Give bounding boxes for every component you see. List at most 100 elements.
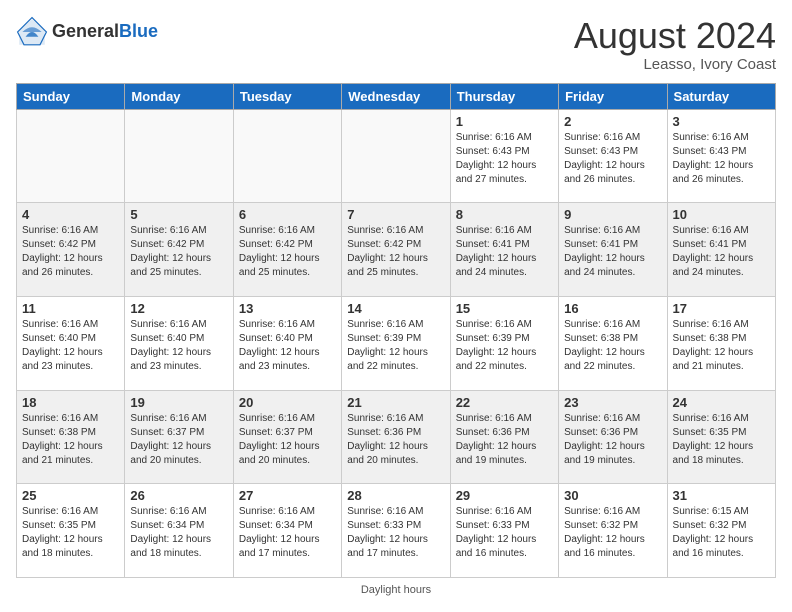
- table-row: [125, 109, 233, 203]
- day-info: Sunrise: 6:16 AM Sunset: 6:32 PM Dayligh…: [564, 505, 661, 561]
- day-number: 29: [456, 488, 553, 503]
- table-row: 22Sunrise: 6:16 AM Sunset: 6:36 PM Dayli…: [450, 390, 558, 484]
- day-number: 4: [22, 207, 119, 222]
- col-thursday: Thursday: [450, 83, 558, 109]
- day-info: Sunrise: 6:16 AM Sunset: 6:38 PM Dayligh…: [22, 412, 119, 468]
- day-info: Sunrise: 6:16 AM Sunset: 6:40 PM Dayligh…: [239, 318, 336, 374]
- day-info: Sunrise: 6:16 AM Sunset: 6:43 PM Dayligh…: [456, 131, 553, 187]
- month-year: August 2024: [574, 16, 776, 56]
- day-info: Sunrise: 6:16 AM Sunset: 6:42 PM Dayligh…: [239, 224, 336, 280]
- day-info: Sunrise: 6:16 AM Sunset: 6:42 PM Dayligh…: [22, 224, 119, 280]
- day-number: 21: [347, 395, 444, 410]
- col-sunday: Sunday: [17, 83, 125, 109]
- day-number: 1: [456, 114, 553, 129]
- col-wednesday: Wednesday: [342, 83, 450, 109]
- day-number: 23: [564, 395, 661, 410]
- calendar-week-row: 1 Sunrise: 6:16 AM Sunset: 6:43 PM Daylig…: [17, 109, 776, 203]
- table-row: 24 Sunrise: 6:16 AM Sunset: 6:35 PM Dayli…: [667, 390, 775, 484]
- footer-label: Daylight hours: [361, 584, 431, 596]
- calendar-week-row: 25 Sunrise: 6:16 AM Sunset: 6:35 PM Dayli…: [17, 484, 776, 578]
- table-row: 17 Sunrise: 6:16 AM Sunset: 6:38 PM Dayli…: [667, 296, 775, 390]
- day-info: Sunrise: 6:16 AM Sunset: 6:35 PM Dayligh…: [22, 505, 119, 561]
- table-row: 18 Sunrise: 6:16 AM Sunset: 6:38 PM Dayli…: [17, 390, 125, 484]
- table-row: 2Sunrise: 6:16 AM Sunset: 6:43 PM Daylig…: [559, 109, 667, 203]
- day-number: 28: [347, 488, 444, 503]
- day-info: Sunrise: 6:16 AM Sunset: 6:38 PM Dayligh…: [564, 318, 661, 374]
- day-number: 14: [347, 301, 444, 316]
- logo: GeneralBlue: [16, 16, 158, 48]
- table-row: 9 Sunrise: 6:16 AM Sunset: 6:41 PM Daylig…: [559, 203, 667, 297]
- day-info: Sunrise: 6:16 AM Sunset: 6:38 PM Dayligh…: [673, 318, 770, 374]
- day-number: 25: [22, 488, 119, 503]
- day-info: Sunrise: 6:16 AM Sunset: 6:41 PM Dayligh…: [456, 224, 553, 280]
- table-row: 11Sunrise: 6:16 AM Sunset: 6:40 PM Dayli…: [17, 296, 125, 390]
- day-info: Sunrise: 6:16 AM Sunset: 6:43 PM Dayligh…: [673, 131, 770, 187]
- table-row: [342, 109, 450, 203]
- day-number: 9: [564, 207, 661, 222]
- day-number: 5: [130, 207, 227, 222]
- day-number: 20: [239, 395, 336, 410]
- day-number: 13: [239, 301, 336, 316]
- day-info: Sunrise: 6:16 AM Sunset: 6:41 PM Dayligh…: [564, 224, 661, 280]
- day-info: Sunrise: 6:16 AM Sunset: 6:37 PM Dayligh…: [239, 412, 336, 468]
- calendar-week-row: 4 Sunrise: 6:16 AM Sunset: 6:42 PM Daylig…: [17, 203, 776, 297]
- day-info: Sunrise: 6:16 AM Sunset: 6:34 PM Dayligh…: [130, 505, 227, 561]
- day-info: Sunrise: 6:16 AM Sunset: 6:35 PM Dayligh…: [673, 412, 770, 468]
- table-row: 31 Sunrise: 6:15 AM Sunset: 6:32 PM Dayli…: [667, 484, 775, 578]
- day-number: 24: [673, 395, 770, 410]
- day-number: 30: [564, 488, 661, 503]
- table-row: 27Sunrise: 6:16 AM Sunset: 6:34 PM Dayli…: [233, 484, 341, 578]
- calendar-table: Sunday Monday Tuesday Wednesday Thursday…: [16, 83, 776, 578]
- day-number: 31: [673, 488, 770, 503]
- table-row: 19Sunrise: 6:16 AM Sunset: 6:37 PM Dayli…: [125, 390, 233, 484]
- location: Leasso, Ivory Coast: [574, 56, 776, 73]
- table-row: 10Sunrise: 6:16 AM Sunset: 6:41 PM Dayli…: [667, 203, 775, 297]
- page: GeneralBlue August 2024 Leasso, Ivory Co…: [0, 0, 792, 612]
- table-row: 12Sunrise: 6:16 AM Sunset: 6:40 PM Dayli…: [125, 296, 233, 390]
- day-number: 18: [22, 395, 119, 410]
- table-row: 1 Sunrise: 6:16 AM Sunset: 6:43 PM Daylig…: [450, 109, 558, 203]
- day-info: Sunrise: 6:16 AM Sunset: 6:33 PM Dayligh…: [347, 505, 444, 561]
- day-info: Sunrise: 6:16 AM Sunset: 6:39 PM Dayligh…: [456, 318, 553, 374]
- day-number: 12: [130, 301, 227, 316]
- calendar-week-row: 11Sunrise: 6:16 AM Sunset: 6:40 PM Dayli…: [17, 296, 776, 390]
- col-saturday: Saturday: [667, 83, 775, 109]
- day-number: 3: [673, 114, 770, 129]
- table-row: 8 Sunrise: 6:16 AM Sunset: 6:41 PM Daylig…: [450, 203, 558, 297]
- day-number: 15: [456, 301, 553, 316]
- table-row: 7Sunrise: 6:16 AM Sunset: 6:42 PM Daylig…: [342, 203, 450, 297]
- day-info: Sunrise: 6:16 AM Sunset: 6:42 PM Dayligh…: [130, 224, 227, 280]
- day-info: Sunrise: 6:16 AM Sunset: 6:34 PM Dayligh…: [239, 505, 336, 561]
- table-row: 25 Sunrise: 6:16 AM Sunset: 6:35 PM Dayli…: [17, 484, 125, 578]
- day-number: 7: [347, 207, 444, 222]
- logo-icon: [16, 16, 48, 48]
- table-row: 29 Sunrise: 6:16 AM Sunset: 6:33 PM Dayli…: [450, 484, 558, 578]
- table-row: 14 Sunrise: 6:16 AM Sunset: 6:39 PM Dayli…: [342, 296, 450, 390]
- day-info: Sunrise: 6:16 AM Sunset: 6:33 PM Dayligh…: [456, 505, 553, 561]
- day-info: Sunrise: 6:16 AM Sunset: 6:40 PM Dayligh…: [22, 318, 119, 374]
- day-number: 22: [456, 395, 553, 410]
- day-info: Sunrise: 6:16 AM Sunset: 6:37 PM Dayligh…: [130, 412, 227, 468]
- day-number: 17: [673, 301, 770, 316]
- header: GeneralBlue August 2024 Leasso, Ivory Co…: [16, 16, 776, 73]
- table-row: 3 Sunrise: 6:16 AM Sunset: 6:43 PM Daylig…: [667, 109, 775, 203]
- table-row: 4 Sunrise: 6:16 AM Sunset: 6:42 PM Daylig…: [17, 203, 125, 297]
- day-info: Sunrise: 6:16 AM Sunset: 6:36 PM Dayligh…: [347, 412, 444, 468]
- table-row: 16Sunrise: 6:16 AM Sunset: 6:38 PM Dayli…: [559, 296, 667, 390]
- day-info: Sunrise: 6:16 AM Sunset: 6:43 PM Dayligh…: [564, 131, 661, 187]
- table-row: 28 Sunrise: 6:16 AM Sunset: 6:33 PM Dayli…: [342, 484, 450, 578]
- day-info: Sunrise: 6:15 AM Sunset: 6:32 PM Dayligh…: [673, 505, 770, 561]
- day-info: Sunrise: 6:16 AM Sunset: 6:41 PM Dayligh…: [673, 224, 770, 280]
- table-row: 15 Sunrise: 6:16 AM Sunset: 6:39 PM Dayli…: [450, 296, 558, 390]
- table-row: 21 Sunrise: 6:16 AM Sunset: 6:36 PM Dayli…: [342, 390, 450, 484]
- table-row: 23Sunrise: 6:16 AM Sunset: 6:36 PM Dayli…: [559, 390, 667, 484]
- day-number: 8: [456, 207, 553, 222]
- table-row: [17, 109, 125, 203]
- col-monday: Monday: [125, 83, 233, 109]
- title-block: August 2024 Leasso, Ivory Coast: [574, 16, 776, 73]
- day-info: Sunrise: 6:16 AM Sunset: 6:39 PM Dayligh…: [347, 318, 444, 374]
- table-row: 20 Sunrise: 6:16 AM Sunset: 6:37 PM Dayli…: [233, 390, 341, 484]
- calendar-header-row: Sunday Monday Tuesday Wednesday Thursday…: [17, 83, 776, 109]
- day-number: 26: [130, 488, 227, 503]
- table-row: [233, 109, 341, 203]
